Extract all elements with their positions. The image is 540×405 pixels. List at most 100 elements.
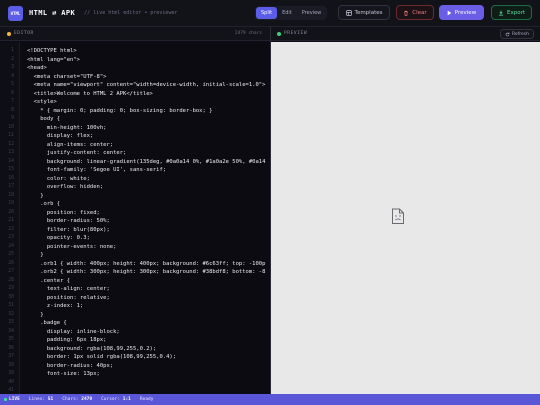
top-bar: HTML HTML ⇄ APK // live html editor • pr…	[0, 0, 540, 27]
view-mode-tabs: Split Edit Preview	[255, 6, 328, 20]
code-line[interactable]: padding: 6px 18px;	[27, 336, 107, 345]
code-line[interactable]: border-radius: 40px;	[27, 362, 113, 371]
code-line[interactable]: <!DOCTYPE html>	[27, 47, 77, 56]
code-line[interactable]: * { margin: 0; padding: 0; box-sizing: b…	[27, 107, 212, 116]
line-number: 18	[8, 192, 14, 198]
code-line[interactable]	[27, 379, 47, 388]
code-line[interactable]: color: white;	[27, 175, 90, 184]
cursor-stat: Cursor: 1:1	[101, 397, 131, 402]
code-line[interactable]: text-align: center;	[27, 285, 110, 294]
code-line[interactable]: .badge {	[27, 319, 67, 328]
export-label: Export	[506, 9, 525, 16]
line-number: 8	[11, 107, 14, 113]
preview-pane	[271, 42, 540, 394]
tab-edit[interactable]: Edit	[277, 7, 297, 19]
lines-stat: Lines: 51	[29, 397, 53, 402]
line-number: 4	[11, 73, 14, 79]
code-editor[interactable]: 1 2 3 4 5 6 7 8 9 10 11 12 13 14 15 16 17 18 19 20 21 22 23 24 2…	[0, 42, 270, 394]
code-line[interactable]: position: fixed;	[27, 209, 100, 218]
line-number: 30	[8, 294, 14, 300]
code-line[interactable]: }	[27, 311, 43, 320]
line-number: 25	[8, 252, 14, 257]
tab-split[interactable]: Split	[256, 7, 278, 19]
app-logo: HTML	[8, 5, 23, 21]
code-line[interactable]: }	[27, 251, 43, 260]
lines-label: Lines:	[28, 397, 46, 402]
code-line[interactable]: <meta charset="UTF-8">	[27, 73, 107, 82]
export-button[interactable]: Export	[491, 5, 532, 20]
clear-label: Clear	[412, 9, 427, 16]
line-number: 24	[8, 243, 14, 249]
tab-preview[interactable]: Preview	[297, 7, 326, 19]
code-line[interactable]: <style>	[27, 98, 57, 107]
code-line[interactable]: .center {	[27, 277, 70, 286]
preview-title: PREVIEW	[284, 31, 308, 36]
download-icon	[498, 10, 504, 15]
code-line[interactable]: font-size: 13px;	[27, 370, 100, 379]
broken-page-icon	[392, 208, 404, 224]
code-line[interactable]: .orb1 { width: 400px; height: 400px; bac…	[27, 260, 265, 269]
code-line[interactable]: font-family: 'Segoe UI', sans-serif;	[27, 166, 166, 175]
line-number: 9	[11, 116, 14, 121]
code-line[interactable]: display: inline-block;	[27, 328, 120, 337]
status-bar: LIVE Lines: 51 Chars: 2479 Cursor: 1:1 R…	[0, 394, 540, 405]
refresh-label: Refresh	[512, 31, 529, 37]
code-line[interactable]: min-height: 100vh;	[27, 124, 107, 133]
code-line[interactable]: border-radius: 50%;	[27, 217, 110, 226]
line-number: 21	[8, 218, 14, 223]
line-number: 34	[8, 328, 14, 334]
line-number: 33	[8, 320, 14, 325]
preview-header: PREVIEW Refresh	[271, 27, 540, 41]
editor-header: EDITOR 2479 chars	[0, 27, 270, 41]
code-line[interactable]: justify-content: center;	[27, 149, 126, 158]
templates-label: Templates	[354, 9, 383, 16]
live-label: LIVE	[9, 397, 20, 402]
line-number: 7	[11, 99, 14, 104]
chars-stat: Chars: 2479	[62, 397, 92, 402]
code-line[interactable]: <title>Welcome to HTML 2 APK</title>	[27, 90, 153, 99]
line-number: 35	[8, 337, 14, 342]
line-number: 31	[8, 303, 14, 308]
refresh-icon	[505, 32, 510, 36]
cursor-label: Cursor:	[101, 397, 121, 402]
line-number: 37	[8, 354, 14, 359]
line-number: 27	[8, 269, 14, 274]
code-line[interactable]: body {	[27, 115, 60, 124]
code-line[interactable]: display: flex;	[27, 132, 93, 141]
app-brand: HTML ⇄ APK	[29, 9, 76, 17]
line-number: 12	[8, 141, 14, 147]
line-number: 5	[11, 82, 14, 87]
refresh-button[interactable]: Refresh	[500, 29, 534, 39]
play-icon	[447, 10, 452, 15]
code-line[interactable]: position: relative;	[27, 294, 110, 303]
trash-icon	[404, 10, 409, 16]
code-line[interactable]: <meta name="viewport" content="width=dev…	[27, 81, 266, 90]
code-line[interactable]: z-index: 1;	[27, 302, 83, 311]
line-number: 29	[8, 286, 14, 291]
code-line[interactable]: }	[27, 192, 43, 201]
code-line[interactable]: filter: blur(80px);	[27, 226, 110, 235]
templates-button[interactable]: Templates	[338, 5, 390, 20]
line-number-gutter: 1 2 3 4 5 6 7 8 9 10 11 12 13 14 15 16 17 18 19 20 21 22 23 24 2…	[0, 42, 20, 394]
code-line[interactable]: overflow: hidden;	[27, 183, 103, 192]
code-line[interactable]: align-items: center;	[27, 141, 113, 150]
code-line[interactable]: <html lang="en">	[27, 56, 80, 65]
code-line[interactable]: background: linear-gradient(135deg, #0a0…	[27, 158, 266, 167]
code-line[interactable]: .orb {	[27, 200, 60, 209]
line-number: 32	[8, 311, 14, 317]
code-line[interactable]: border: 1px solid rgba(108,99,255,0.4);	[27, 353, 176, 362]
chars-value: 2479	[81, 397, 93, 402]
line-number: 16	[8, 175, 14, 181]
clear-button[interactable]: Clear	[396, 5, 434, 20]
code-line[interactable]: <head>	[27, 64, 47, 73]
live-indicator: LIVE	[4, 397, 20, 402]
code-line[interactable]: background: rgba(108,99,255,0.2);	[27, 345, 156, 354]
line-number: 36	[8, 345, 14, 351]
preview-button[interactable]: Preview	[439, 5, 484, 20]
chars-label: Chars:	[62, 397, 79, 402]
lines-value: 51	[47, 397, 54, 402]
code-line[interactable]: opacity: 0.3;	[27, 234, 90, 243]
line-number: 6	[11, 90, 14, 96]
code-line[interactable]: .orb2 { width: 300px; height: 300px; bac…	[27, 268, 265, 277]
code-line[interactable]: pointer-events: none;	[27, 243, 117, 252]
